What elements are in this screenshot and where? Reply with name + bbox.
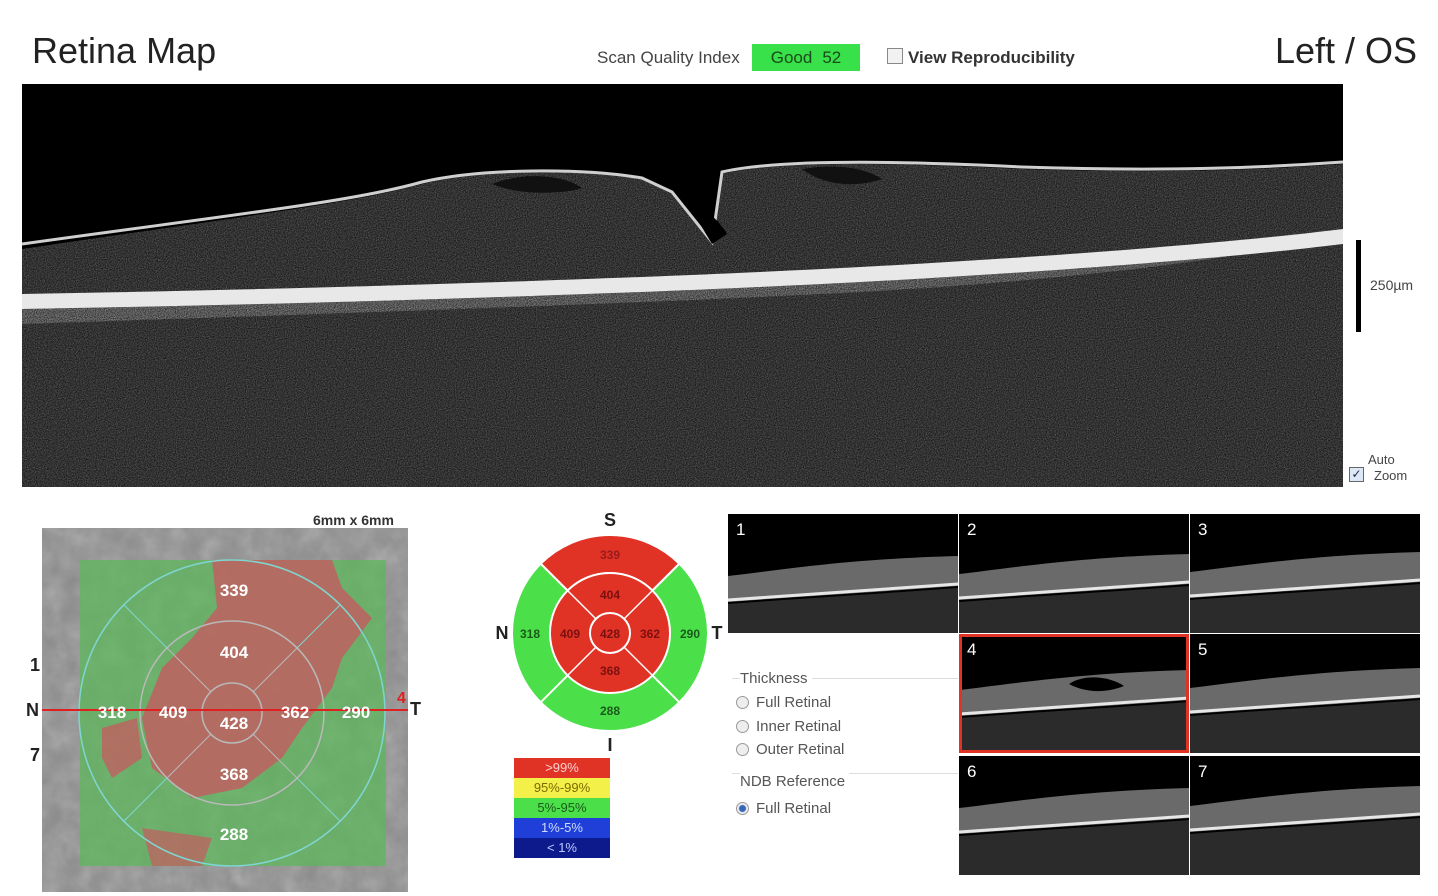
scan-quality-badge: Good 52 [752,44,860,71]
legend-item-lt1: < 1% [514,838,610,858]
legend-item-95-99: 95%-99% [514,778,610,798]
bscan-thumbnail-5[interactable]: 5 [1190,634,1420,753]
page-title: Retina Map [32,30,217,71]
view-reproducibility-checkbox[interactable] [887,48,903,64]
thickness-option-inner[interactable]: Inner Retinal [736,718,841,735]
row-label-1: 1 [30,655,41,675]
etdrs-value-inferior-outer: 288 [600,704,620,718]
row-label-n: N [26,700,39,720]
thickness-option-full-label: Full Retinal [756,694,832,711]
etdrs-value-temporal-outer: 290 [680,627,700,641]
fundus-value-inferior-outer: 288 [220,825,248,844]
radio-full-retinal[interactable] [736,696,749,709]
thumbnail-scan-graphic [1190,514,1420,633]
ndb-option-full-label: Full Retinal [756,800,832,817]
fundus-line-number: 4 [397,690,406,707]
auto-zoom-label-line2: Zoom [1374,468,1408,483]
thickness-option-full[interactable]: Full Retinal [736,694,831,711]
etdrs-label-s: S [604,510,616,530]
etdrs-value-superior-outer: 339 [600,548,620,562]
options-panel: Thickness Full Retinal Inner Retinal Out… [730,660,958,825]
thickness-option-outer-label: Outer Retinal [756,741,845,758]
thumbnail-scan-graphic [959,514,1189,633]
legend-item-1-5: 1%-5% [514,818,610,838]
etdrs-value-nasal-outer: 318 [520,627,540,641]
bscan-thumbnail-6[interactable]: 6 [959,756,1189,875]
thickness-heading: Thickness [740,670,812,687]
etdrs-label-n: N [496,623,509,643]
thumbnail-number: 3 [1198,520,1208,539]
row-label-7: 7 [30,745,41,765]
etdrs-grid[interactable]: 339 404 318 409 428 362 290 368 288 S I … [490,505,730,755]
thumbnail-number: 5 [1198,640,1208,659]
scale-label: 250µm [1370,277,1414,293]
radio-ndb-full-retinal[interactable] [736,802,749,815]
fundus-value-nasal-outer: 318 [98,703,126,722]
thickness-option-outer[interactable]: Outer Retinal [736,741,844,758]
auto-zoom-checkbox[interactable]: ✓ [1349,467,1364,482]
scan-quality-label: Scan Quality Index [597,48,740,67]
fundus-graphic: 339 404 318 409 428 362 290 368 288 [42,528,408,892]
ndb-heading: NDB Reference [740,773,850,790]
oct-bscan-image[interactable] [22,84,1343,487]
etdrs-value-center: 428 [600,627,620,641]
thickness-option-inner-label: Inner Retinal [756,718,842,735]
oct-bscan-graphic [22,84,1343,487]
thumbnail-scan-graphic [959,756,1189,875]
bscan-thumbnail-2[interactable]: 2 [959,514,1189,633]
bscan-thumbnail-1[interactable]: 1 [728,514,958,633]
auto-zoom-label-line1: Auto [1368,452,1395,467]
thumbnail-number: 7 [1198,762,1208,781]
bscan-thumbnail-7[interactable]: 7 [1190,756,1420,875]
legend-item-5-95: 5%-95% [514,798,610,818]
thumbnail-scan-graphic [959,634,1189,753]
etdrs-value-superior-inner: 404 [600,588,620,602]
fundus-thickness-map[interactable]: 339 404 318 409 428 362 290 368 288 [42,528,408,892]
view-reproducibility-label[interactable]: View Reproducibility [908,48,1075,68]
radio-inner-retinal[interactable] [736,720,749,733]
thumbnail-number: 6 [967,762,977,781]
thumbnail-scan-graphic [1190,756,1420,875]
thumbnail-number: 4 [967,640,977,659]
thumbnail-scan-graphic [728,514,958,633]
thumbnail-number: 1 [736,520,746,539]
normative-legend: >99% 95%-99% 5%-95% 1%-5% < 1% [514,758,610,858]
eye-label: Left / OS [1275,30,1418,71]
thumbnail-scan-graphic [1190,634,1420,753]
fundus-value-inferior-inner: 368 [220,765,248,784]
thumbnail-number: 2 [967,520,977,539]
bscan-thumbnail-3[interactable]: 3 [1190,514,1420,633]
fundus-dimension: 6mm x 6mm [313,512,394,528]
fundus-value-temporal-outer: 290 [342,703,370,722]
fundus-temporal-label: T [410,699,421,719]
legend-item-gt99: >99% [514,758,610,778]
fundus-value-superior-outer: 339 [220,581,248,600]
fundus-value-superior-inner: 404 [220,643,249,662]
scan-quality-value: 52 [822,47,842,67]
fundus-value-center: 428 [220,714,248,733]
scan-quality-status: Good [770,47,813,67]
ndb-option-full[interactable]: Full Retinal [736,800,831,817]
etdrs-label-i: I [607,735,612,755]
radio-outer-retinal[interactable] [736,743,749,756]
fundus-value-temporal-inner: 362 [281,703,309,722]
etdrs-value-nasal-inner: 409 [560,627,580,641]
etdrs-value-inferior-inner: 368 [600,664,620,678]
bscan-thumbnail-4[interactable]: 4 [959,634,1189,753]
fundus-value-nasal-inner: 409 [159,703,187,722]
etdrs-label-t: T [712,623,723,643]
etdrs-value-temporal-inner: 362 [640,627,660,641]
auto-zoom-label: Auto Zoom [1368,452,1407,484]
scale-bar [1356,240,1361,332]
